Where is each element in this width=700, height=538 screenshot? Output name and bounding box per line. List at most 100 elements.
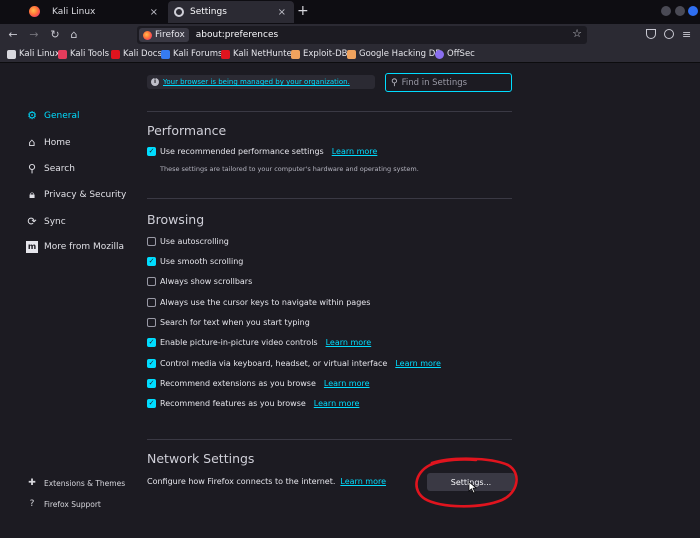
search-icon: ⚲ — [391, 77, 398, 88]
learn-more-link[interactable]: Learn more — [314, 399, 360, 408]
url-bar[interactable]: Firefox about:preferences ☆ — [137, 26, 587, 44]
info-icon: i — [151, 78, 159, 86]
checkbox-checked[interactable]: ✓ — [147, 147, 156, 156]
close-window-button[interactable] — [688, 6, 698, 16]
category-general[interactable]: ⚙ General — [26, 109, 79, 122]
control-media-checkbox[interactable]: ✓ Control media via keyboard, headset, o… — [147, 359, 441, 368]
mouse-cursor-icon — [468, 481, 477, 494]
learn-more-link[interactable]: Learn more — [395, 359, 441, 368]
bookmark-offsec[interactable]: OffSec — [435, 49, 475, 59]
firefox-menu-icon[interactable] — [29, 6, 40, 17]
checkbox-checked[interactable]: ✓ — [147, 399, 156, 408]
policy-notice[interactable]: i Your browser is being managed by your … — [147, 75, 375, 89]
search-text-typing-checkbox[interactable]: Search for text when you start typing — [147, 318, 310, 327]
checkbox-label: Use smooth scrolling — [160, 257, 244, 266]
bookmark-exploit-db[interactable]: Exploit-DB — [291, 49, 348, 59]
bookmark-label: Google Hacking DB — [359, 49, 442, 59]
checkbox-checked[interactable]: ✓ — [147, 257, 156, 266]
network-description: Configure how Firefox connects to the in… — [147, 477, 386, 486]
bookmark-google-hacking-db[interactable]: Google Hacking DB — [347, 49, 441, 59]
reload-button[interactable]: ↻ — [47, 27, 63, 43]
network-description-text: Configure how Firefox connects to the in… — [147, 477, 336, 486]
footer-label: Extensions & Themes — [44, 478, 126, 488]
firefox-support-link[interactable]: ? Firefox Support — [26, 499, 101, 509]
category-label: More from Mozilla — [44, 242, 124, 252]
kali-tools-icon — [58, 49, 67, 59]
bookmark-kali-tools[interactable]: Kali Tools — [58, 49, 109, 59]
new-tab-button[interactable]: + — [297, 3, 309, 19]
checkbox-label: Use recommended performance settings — [160, 147, 324, 156]
bookmark-kali-nethunter[interactable]: Kali NetHunter — [221, 49, 295, 59]
autoscrolling-checkbox[interactable]: Use autoscrolling — [147, 237, 229, 246]
policy-notice-text[interactable]: Your browser is being managed by your or… — [163, 78, 350, 86]
lock-icon: 🔒︎ — [29, 188, 35, 201]
learn-more-link[interactable]: Learn more — [332, 147, 378, 156]
home-button[interactable]: ⌂ — [66, 27, 82, 43]
kali-nethunter-icon — [221, 49, 230, 59]
category-sidebar: ⚙ General ⌂ Home ⚲ Search 🔒︎ Privacy & S… — [0, 63, 140, 538]
checkbox-label: Always use the cursor keys to navigate w… — [160, 298, 371, 307]
category-label: Search — [44, 163, 75, 174]
exploit-db-icon — [291, 49, 300, 59]
close-icon[interactable]: × — [150, 7, 158, 18]
learn-more-link[interactable]: Learn more — [326, 338, 372, 347]
divider — [147, 439, 512, 440]
browsing-heading: Browsing — [147, 212, 205, 227]
puzzle-icon: ✚ — [28, 478, 36, 488]
bookmark-label: Kali Linux — [19, 49, 60, 59]
recommend-features-checkbox[interactable]: ✓ Recommend features as you browse Learn… — [147, 399, 359, 408]
find-in-settings-input[interactable]: ⚲ Find in Settings — [385, 73, 512, 92]
category-home[interactable]: ⌂ Home — [26, 136, 71, 149]
bookmark-star-icon[interactable]: ☆ — [572, 27, 582, 40]
picture-in-picture-checkbox[interactable]: ✓ Enable picture-in-picture video contro… — [147, 338, 371, 347]
network-settings-heading: Network Settings — [147, 451, 255, 466]
url-text[interactable]: about:preferences — [196, 30, 278, 40]
learn-more-link[interactable]: Learn more — [340, 477, 386, 486]
cursor-keys-checkbox[interactable]: Always use the cursor keys to navigate w… — [147, 298, 370, 307]
bookmark-label: Kali Forums — [173, 49, 223, 59]
checkbox-checked[interactable]: ✓ — [147, 338, 156, 347]
checkbox-unchecked[interactable] — [147, 277, 156, 286]
tab-title: Kali Linux — [52, 7, 96, 17]
performance-heading: Performance — [147, 123, 227, 138]
category-label: Sync — [44, 216, 66, 227]
category-search[interactable]: ⚲ Search — [26, 162, 75, 175]
bookmark-label: Kali Tools — [70, 49, 109, 59]
recommend-extensions-checkbox[interactable]: ✓ Recommend extensions as you browse Lea… — [147, 379, 370, 388]
checkbox-unchecked[interactable] — [147, 318, 156, 327]
learn-more-link[interactable]: Learn more — [324, 379, 370, 388]
identity-box[interactable]: Firefox — [139, 28, 189, 42]
tab-settings[interactable]: Settings × — [168, 1, 294, 23]
pocket-icon[interactable] — [646, 29, 656, 39]
annotation-circle — [415, 457, 518, 508]
checkbox-checked[interactable]: ✓ — [147, 359, 156, 368]
help-icon: ? — [29, 499, 35, 509]
tab-kali-linux[interactable]: Kali Linux × — [44, 1, 166, 23]
tab-title: Settings — [190, 7, 227, 17]
checkbox-label: Search for text when you start typing — [160, 318, 310, 327]
category-sync[interactable]: ⟳ Sync — [26, 215, 66, 228]
bookmark-kali-linux[interactable]: Kali Linux — [7, 49, 60, 59]
category-privacy-security[interactable]: 🔒︎ Privacy & Security — [26, 188, 126, 202]
smooth-scrolling-checkbox[interactable]: ✓ Use smooth scrolling — [147, 257, 243, 266]
search-icon: ⚲ — [27, 162, 37, 175]
checkbox-unchecked[interactable] — [147, 298, 156, 307]
category-label: General — [44, 110, 80, 121]
bookmarks-toolbar: Kali Linux Kali Tools Kali Docs Kali For… — [0, 46, 700, 63]
use-recommended-performance-checkbox[interactable]: ✓ Use recommended performance settings L… — [147, 147, 377, 156]
minimize-button[interactable] — [661, 6, 671, 16]
extensions-themes-link[interactable]: ✚ Extensions & Themes — [26, 478, 125, 488]
bookmark-kali-forums[interactable]: Kali Forums — [161, 49, 222, 59]
maximize-button[interactable] — [675, 6, 685, 16]
bookmark-kali-docs[interactable]: Kali Docs — [111, 49, 162, 59]
bookmark-label: Kali Docs — [123, 49, 162, 59]
category-more-from-mozilla[interactable]: m More from Mozilla — [26, 241, 124, 253]
show-scrollbars-checkbox[interactable]: Always show scrollbars — [147, 277, 252, 286]
checkbox-checked[interactable]: ✓ — [147, 379, 156, 388]
close-icon[interactable]: × — [278, 7, 286, 18]
back-button[interactable]: ← — [5, 27, 21, 43]
forward-button[interactable]: → — [26, 27, 42, 43]
checkbox-unchecked[interactable] — [147, 237, 156, 246]
account-icon[interactable] — [664, 29, 674, 39]
menu-icon[interactable]: ≡ — [682, 28, 691, 41]
